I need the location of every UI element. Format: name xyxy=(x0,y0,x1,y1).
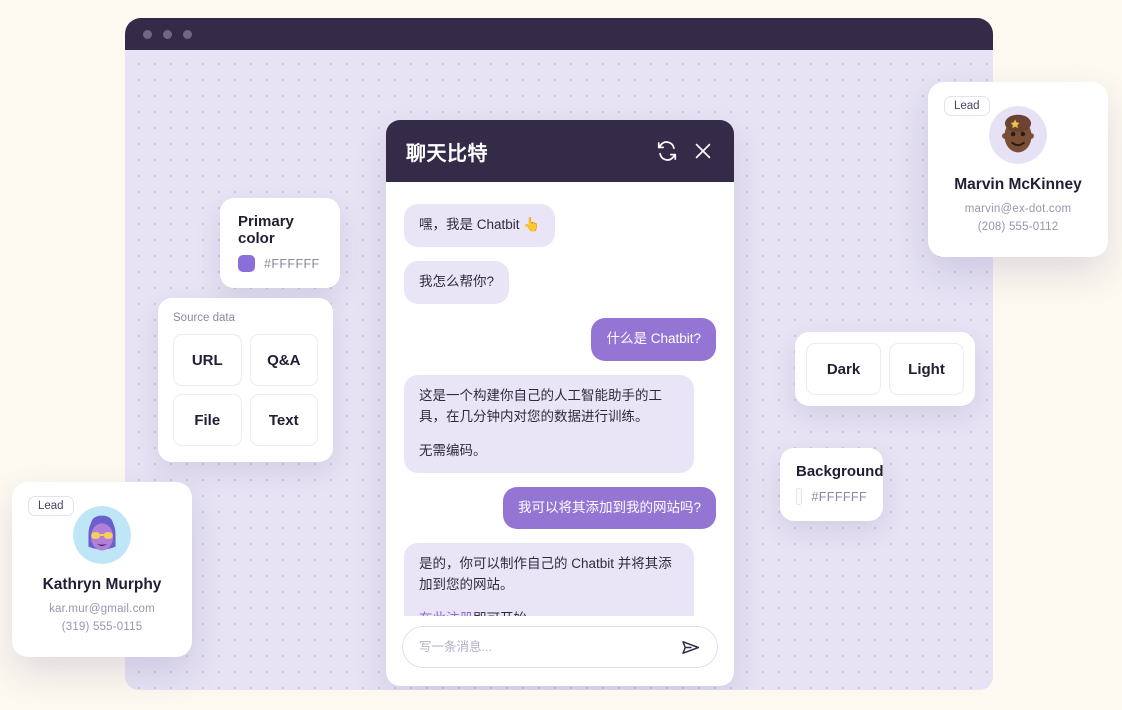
chat-message-row: 是的，你可以制作自己的 Chatbit 并将其添加到您的网站。 在此注册即可开始… xyxy=(404,543,716,616)
preview-canvas: Primary color #FFFFFF Source data URL Q&… xyxy=(125,50,993,690)
bot-message-help: 我怎么帮你? xyxy=(404,260,510,304)
background-hex: #FFFFFF xyxy=(811,489,867,504)
lead-phone: (208) 555-0112 xyxy=(977,220,1059,233)
bot-message-answer-para2: 在此注册即可开始。 xyxy=(419,609,679,616)
source-data-label: Source data xyxy=(173,312,236,324)
lead-card-kathryn[interactable]: Lead Kathryn Murphy kar.mur@gmail.com (3… xyxy=(12,482,192,657)
color-swatch-icon[interactable] xyxy=(796,488,803,505)
color-swatch-icon[interactable] xyxy=(238,255,255,272)
traffic-light-maximize-dot[interactable] xyxy=(183,29,192,39)
bot-message-description-para1: 这是一个构建你自己的人工智能助手的工具，在几分钟内对您的数据进行训练。 xyxy=(419,387,662,424)
lead-name: Marvin McKinney xyxy=(954,176,1082,193)
status-badge: Lead xyxy=(944,96,990,116)
chat-input-bar[interactable] xyxy=(402,626,718,668)
chat-message-row: 什么是 Chatbit? xyxy=(404,317,716,361)
chat-message-list: 嘿，我是 Chatbit 👆 我怎么帮你? 什么是 Chatbit? 这是一个构… xyxy=(386,182,734,616)
screenshot-root: Primary color #FFFFFF Source data URL Q&… xyxy=(0,0,1122,710)
bot-message-description: 这是一个构建你自己的人工智能助手的工具，在几分钟内对您的数据进行训练。 无需编码… xyxy=(404,374,694,473)
theme-option-dark[interactable]: Dark xyxy=(806,343,881,395)
chat-message-row: 我怎么帮你? xyxy=(404,260,716,304)
lead-email: kar.mur@gmail.com xyxy=(49,603,155,615)
close-icon[interactable] xyxy=(692,140,714,162)
source-option-url[interactable]: URL xyxy=(173,334,242,386)
bot-message-description-para2: 无需编码。 xyxy=(419,442,487,458)
primary-color-card: Primary color #FFFFFF xyxy=(220,198,340,288)
lead-phone: (319) 555-0115 xyxy=(61,620,143,633)
source-data-options: URL Q&A File Text xyxy=(173,334,318,446)
lead-email: marvin@ex-dot.com xyxy=(964,203,1072,215)
chat-message-row: 这是一个构建你自己的人工智能助手的工具，在几分钟内对您的数据进行训练。 无需编码… xyxy=(404,374,716,473)
bot-message-greeting: 嘿，我是 Chatbit 👆 xyxy=(404,204,556,247)
lead-name: Kathryn Murphy xyxy=(42,576,162,593)
send-icon[interactable] xyxy=(680,637,701,658)
user-message-add-to-site: 我可以将其添加到我的网站吗? xyxy=(502,486,716,530)
source-option-text[interactable]: Text xyxy=(249,394,318,446)
source-option-file[interactable]: File xyxy=(173,394,242,446)
theme-option-light[interactable]: Light xyxy=(889,343,964,395)
user-message-what-is: 什么是 Chatbit? xyxy=(591,317,716,361)
chat-footer xyxy=(386,616,734,686)
primary-color-swatch-row[interactable]: #FFFFFF xyxy=(238,255,322,272)
background-color-card: Background #FFFFFF xyxy=(780,448,884,521)
primary-color-title: Primary color xyxy=(238,213,294,247)
avatar-kathryn-icon xyxy=(73,506,131,564)
primary-color-hex: #FFFFFF xyxy=(264,256,320,271)
browser-window: Primary color #FFFFFF Source data URL Q&… xyxy=(125,18,993,690)
status-badge: Lead xyxy=(28,496,74,516)
chat-widget: 聊天比特 嘿，我是 Chatbit 👆 我怎么帮你? 什么是 Chatbit? … xyxy=(386,120,734,686)
bot-message-answer-para1: 是的，你可以制作自己的 Chatbit 并将其添加到您的网站。 xyxy=(419,556,672,593)
source-option-qa[interactable]: Q&A xyxy=(249,334,318,386)
traffic-light-minimize-dot[interactable] xyxy=(163,29,172,39)
refresh-icon[interactable] xyxy=(656,140,678,162)
chat-message-row: 我可以将其添加到我的网站吗? xyxy=(404,486,716,530)
theme-options: Dark Light xyxy=(806,343,964,395)
chat-message-input[interactable] xyxy=(419,640,680,654)
lead-card-marvin[interactable]: Lead Marvin McKinney marvin@ex-dot.com (… xyxy=(928,82,1108,257)
traffic-light-close-dot[interactable] xyxy=(143,29,152,39)
bot-message-answer: 是的，你可以制作自己的 Chatbit 并将其添加到您的网站。 在此注册即可开始… xyxy=(404,543,694,616)
theme-toggle-card: Dark Light xyxy=(795,332,975,406)
background-title: Background xyxy=(796,463,884,480)
browser-titlebar xyxy=(125,18,993,50)
source-data-card: Source data URL Q&A File Text xyxy=(158,298,333,462)
chat-title: 聊天比特 xyxy=(406,142,488,165)
chat-header: 聊天比特 xyxy=(386,120,734,182)
avatar-marvin-icon xyxy=(989,106,1047,164)
background-swatch-row[interactable]: #FFFFFF xyxy=(796,488,867,505)
chat-message-row: 嘿，我是 Chatbit 👆 xyxy=(404,204,716,247)
